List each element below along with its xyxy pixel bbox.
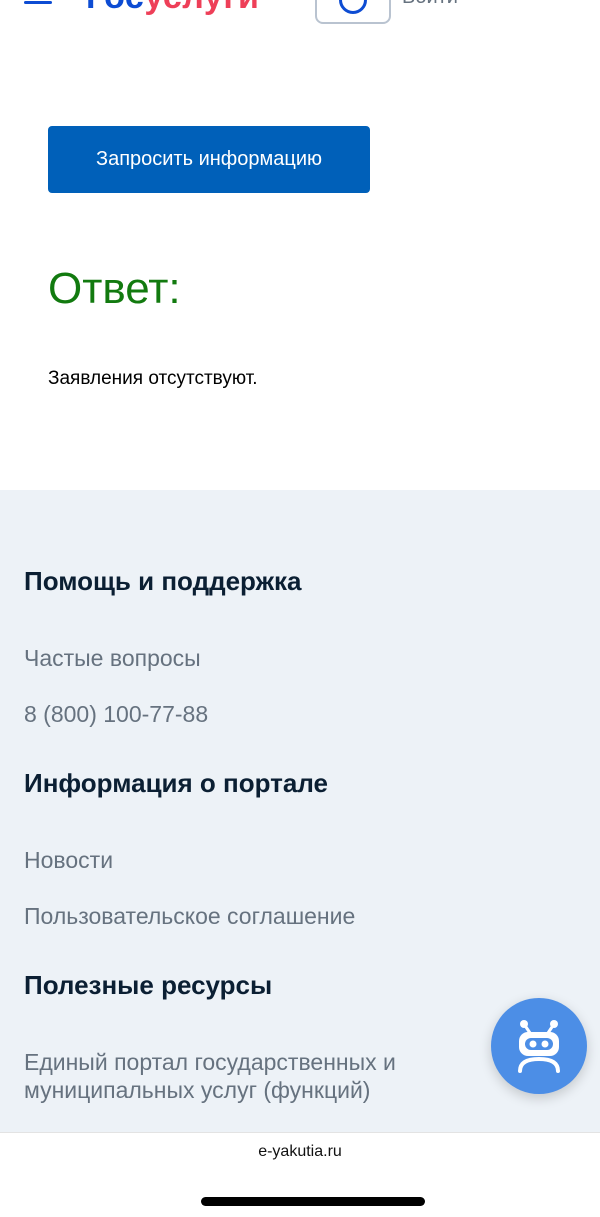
logo-text-gos: Гос bbox=[86, 0, 144, 16]
answer-title: Ответ: bbox=[48, 264, 181, 313]
footer-heading-portal-info: Информация о портале bbox=[24, 768, 328, 798]
main-content: Запросить информацию Ответ: Заявления от… bbox=[0, 44, 600, 490]
login-button[interactable] bbox=[315, 0, 391, 24]
site-header: Госуслуги Войти bbox=[0, 0, 600, 44]
user-icon bbox=[339, 0, 367, 14]
footer-link-user-agreement[interactable]: Пользовательское соглашение bbox=[24, 902, 464, 930]
request-info-button[interactable]: Запросить информацию bbox=[48, 126, 370, 193]
browser-bottom-bar: e-yakutia.ru bbox=[0, 1132, 600, 1217]
footer-link-news[interactable]: Новости bbox=[24, 846, 464, 874]
robot-icon bbox=[518, 1020, 560, 1073]
logo-text-uslugi: услуги bbox=[144, 0, 259, 16]
footer-heading-help: Помощь и поддержка bbox=[24, 566, 302, 596]
footer-heading-resources: Полезные ресурсы bbox=[24, 970, 273, 1000]
url-domain[interactable]: e-yakutia.ru bbox=[0, 1143, 600, 1161]
answer-text: Заявления отсутствуют. bbox=[48, 368, 258, 389]
footer-link-faq[interactable]: Частые вопросы bbox=[24, 644, 464, 672]
menu-icon[interactable] bbox=[24, 0, 52, 4]
gosuslugi-logo[interactable]: Госуслуги bbox=[86, 0, 259, 17]
login-label[interactable]: Войти bbox=[402, 0, 458, 9]
home-indicator[interactable] bbox=[201, 1197, 425, 1206]
chat-bot-button[interactable] bbox=[491, 998, 587, 1094]
footer-link-unified-portal[interactable]: Единый портал государственных и муниципа… bbox=[24, 1048, 464, 1104]
footer-link-phone[interactable]: 8 (800) 100-77-88 bbox=[24, 700, 464, 728]
